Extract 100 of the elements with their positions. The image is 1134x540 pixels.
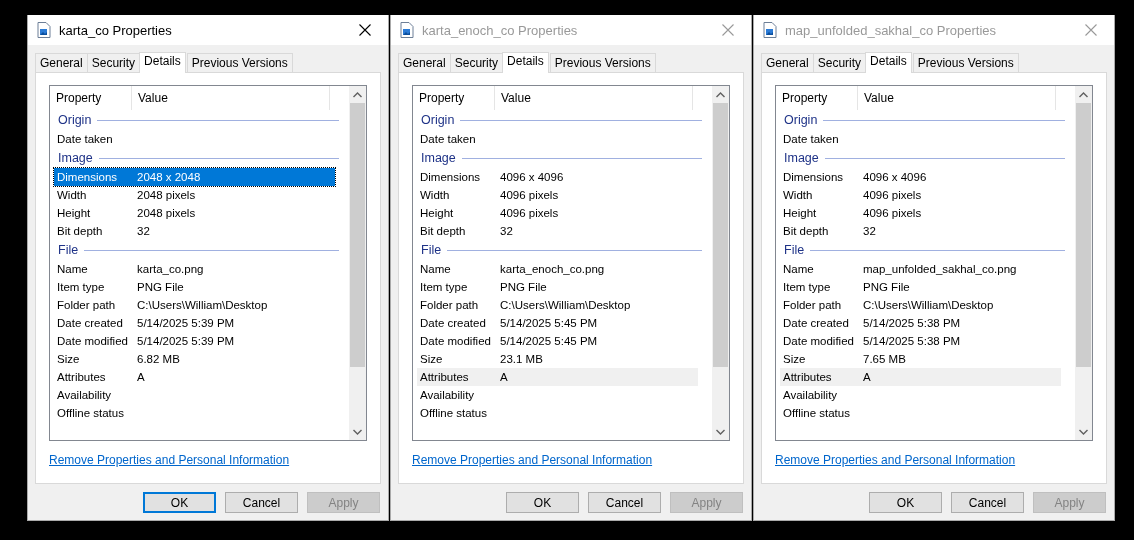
tab[interactable]: General — [761, 53, 814, 72]
image-file-icon — [763, 22, 777, 38]
list-row[interactable]: Date taken — [417, 130, 698, 148]
property-value: 4096 x 4096 — [500, 170, 564, 185]
window-title: karta_co Properties — [59, 22, 173, 38]
tab[interactable]: Security — [86, 53, 141, 72]
list-row[interactable]: Date modified 5/14/2025 5:38 PM — [780, 332, 1061, 350]
list-row[interactable]: Item type PNG File — [417, 278, 698, 296]
list-row[interactable]: Date taken — [780, 130, 1061, 148]
scrollbar[interactable] — [712, 86, 729, 440]
list-row[interactable]: Item type PNG File — [780, 278, 1061, 296]
property-value: A — [500, 370, 508, 385]
list-row[interactable]: Dimensions 4096 x 4096 — [780, 168, 1061, 186]
property-name: Size — [56, 352, 81, 367]
list-row[interactable]: Attributes A — [54, 368, 335, 386]
scrollbar[interactable] — [349, 86, 366, 440]
scrollbar-thumb[interactable] — [1076, 103, 1091, 367]
window-title: karta_enoch_co Properties — [422, 22, 579, 38]
image-file-icon — [400, 22, 414, 38]
property-name: Size — [782, 352, 807, 367]
remove-properties-link[interactable]: Remove Properties and Personal Information — [49, 453, 290, 467]
property-name: Folder path — [782, 298, 843, 313]
list-row[interactable]: Dimensions 4096 x 4096 — [417, 168, 698, 186]
list-row[interactable]: Folder path C:\Users\William\Desktop — [417, 296, 698, 314]
list-row[interactable]: Folder path C:\Users\William\Desktop — [54, 296, 335, 314]
tab[interactable]: Previous Versions — [186, 53, 293, 72]
property-name: Bit depth — [782, 224, 830, 239]
property-value: 4096 x 4096 — [863, 170, 927, 185]
property-value: 5/14/2025 5:39 PM — [137, 334, 235, 349]
list-row[interactable]: Offline status — [780, 404, 1061, 422]
property-value: PNG File — [137, 280, 184, 295]
column-header[interactable]: Value — [858, 86, 1056, 110]
property-name: Name — [419, 262, 452, 277]
scrollbar-thumb[interactable] — [713, 103, 728, 367]
remove-properties-link[interactable]: Remove Properties and Personal Information — [775, 453, 1016, 467]
property-name: Height — [782, 206, 818, 221]
list-row[interactable]: Width 4096 pixels — [780, 186, 1061, 204]
list-row[interactable]: Height 4096 pixels — [780, 204, 1061, 222]
tab[interactable]: Previous Versions — [912, 53, 1019, 72]
property-name: Dimensions — [782, 170, 845, 185]
list-row[interactable]: Item type PNG File — [54, 278, 335, 296]
list-row[interactable]: Size 23.1 MB — [417, 350, 698, 368]
list-row[interactable]: Offline status — [417, 404, 698, 422]
column-header[interactable]: Property — [413, 86, 495, 110]
list-row[interactable]: Date created 5/14/2025 5:38 PM — [780, 314, 1061, 332]
list-row[interactable]: Width 2048 pixels — [54, 186, 335, 204]
property-value: 5/14/2025 5:38 PM — [863, 334, 961, 349]
property-value: 4096 pixels — [500, 206, 559, 221]
property-value: 2048 pixels — [137, 206, 196, 221]
tab[interactable]: General — [398, 53, 451, 72]
property-value: PNG File — [500, 280, 547, 295]
column-header[interactable]: Property — [50, 86, 132, 110]
list-row[interactable]: Date modified 5/14/2025 5:45 PM — [417, 332, 698, 350]
scrollbar[interactable] — [1075, 86, 1092, 440]
list-row[interactable]: Size 7.65 MB — [780, 350, 1061, 368]
dialog-button[interactable]: Cancel — [588, 492, 661, 513]
property-name: Attributes — [56, 370, 107, 385]
dialog-button[interactable]: Cancel — [225, 492, 298, 513]
list-row[interactable]: Availability — [54, 386, 335, 404]
column-header[interactable]: Value — [132, 86, 330, 110]
list-row[interactable]: Offline status — [54, 404, 335, 422]
tab[interactable]: Details — [139, 52, 186, 73]
dialog-button[interactable]: OK — [506, 492, 579, 513]
tab[interactable]: Previous Versions — [549, 53, 656, 72]
dialog-button[interactable]: Cancel — [951, 492, 1024, 513]
list-row[interactable]: Width 4096 pixels — [417, 186, 698, 204]
list-row[interactable]: Name map_unfolded_sakhal_co.png — [780, 260, 1061, 278]
list-row[interactable]: Height 2048 pixels — [54, 204, 335, 222]
list-row[interactable]: Bit depth 32 — [417, 222, 698, 240]
list-row[interactable]: Date taken — [54, 130, 335, 148]
tab[interactable]: Details — [502, 52, 549, 73]
list-row[interactable]: Size 6.82 MB — [54, 350, 335, 368]
property-name: Availability — [419, 388, 476, 403]
group-header: File — [58, 243, 79, 257]
dialog-button[interactable]: OK — [869, 492, 942, 513]
list-row[interactable]: Date created 5/14/2025 5:39 PM — [54, 314, 335, 332]
list-row[interactable]: Name karta_enoch_co.png — [417, 260, 698, 278]
list-row[interactable]: Folder path C:\Users\William\Desktop — [780, 296, 1061, 314]
list-row[interactable]: Bit depth 32 — [780, 222, 1061, 240]
list-row[interactable]: Availability — [780, 386, 1061, 404]
dialog-button[interactable]: OK — [143, 492, 216, 513]
property-name: Item type — [419, 280, 469, 295]
list-row[interactable]: Date modified 5/14/2025 5:39 PM — [54, 332, 335, 350]
column-header[interactable]: Property — [776, 86, 858, 110]
column-header[interactable]: Value — [495, 86, 693, 110]
scrollbar-thumb[interactable] — [350, 103, 365, 367]
tab[interactable]: Details — [865, 52, 912, 73]
tab[interactable]: Security — [449, 53, 504, 72]
list-row[interactable]: Bit depth 32 — [54, 222, 335, 240]
remove-properties-link[interactable]: Remove Properties and Personal Information — [412, 453, 653, 467]
property-value: 2048 pixels — [137, 188, 196, 203]
property-value: 7.65 MB — [863, 352, 906, 367]
list-row[interactable]: Height 4096 pixels — [417, 204, 698, 222]
window-title: map_unfolded_sakhal_co Properties — [785, 22, 998, 38]
list-row[interactable]: Dimensions 2048 x 2048 — [54, 168, 335, 186]
tab[interactable]: Security — [812, 53, 867, 72]
tab[interactable]: General — [35, 53, 88, 72]
list-row[interactable]: Name karta_co.png — [54, 260, 335, 278]
list-row[interactable]: Availability — [417, 386, 698, 404]
list-row[interactable]: Date created 5/14/2025 5:45 PM — [417, 314, 698, 332]
